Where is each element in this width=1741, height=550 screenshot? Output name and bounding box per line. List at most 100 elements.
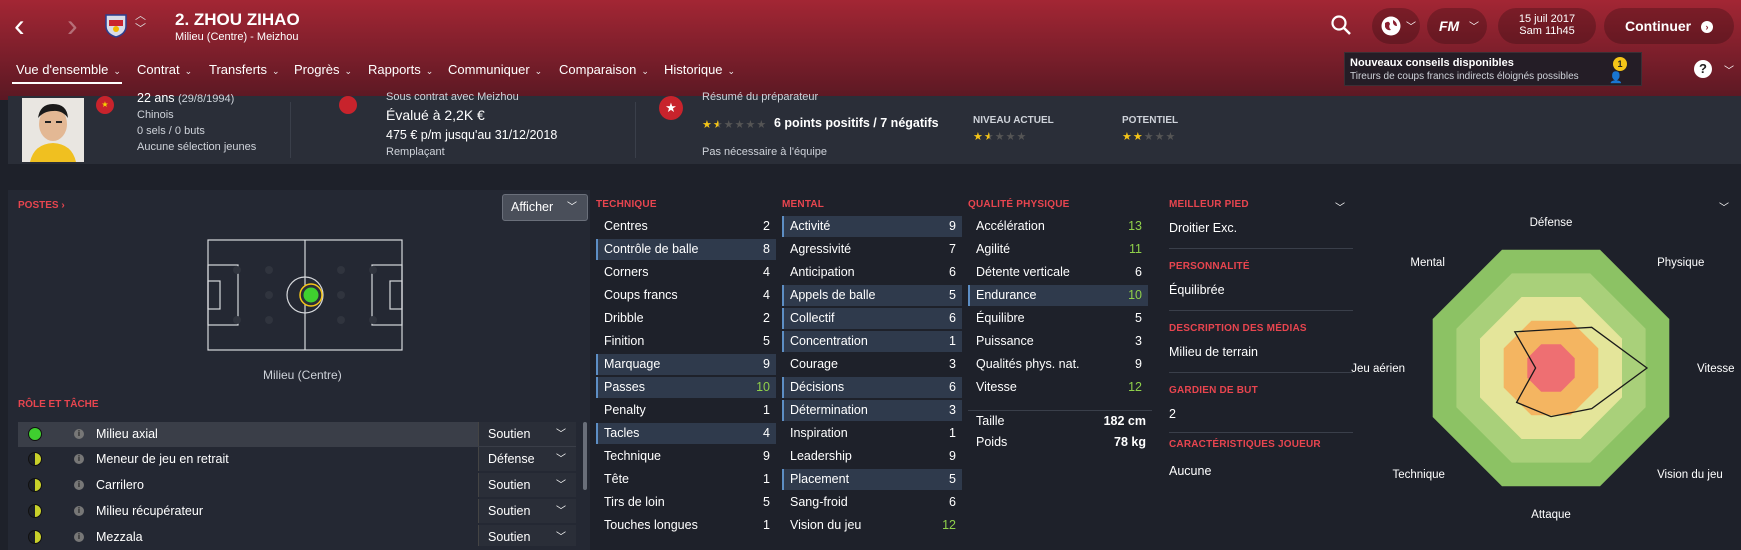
attribute-name: Vision du jeu <box>790 518 862 532</box>
attribute-row[interactable]: Équilibre 5 <box>968 308 1148 329</box>
attribute-value: 6 <box>949 380 956 394</box>
forward-icon[interactable]: › <box>67 8 78 42</box>
attribute-row[interactable]: Centres 2 <box>596 216 776 237</box>
back-icon[interactable]: ‹ <box>14 8 25 42</box>
attribute-value: 6 <box>949 495 956 509</box>
attribute-row[interactable]: Corners 4 <box>596 262 776 283</box>
globe-icon <box>1380 15 1402 40</box>
role-row[interactable]: i Milieu axial Soutien ﹀ <box>18 422 576 447</box>
attribute-name: Qualités phys. nat. <box>976 357 1080 371</box>
attribute-row[interactable]: Détente verticale 6 <box>968 262 1148 283</box>
duty-dropdown[interactable]: Soutien ﹀ <box>478 525 576 546</box>
attribute-row[interactable]: Décisions 6 <box>782 377 962 398</box>
attribute-row[interactable]: Courage 3 <box>782 354 962 375</box>
notification-panel[interactable]: Nouveaux conseils disponibles Tireurs de… <box>1344 52 1642 86</box>
tab-progress[interactable]: Progrès ⌄ <box>294 62 352 77</box>
attribute-row[interactable]: Tête 1 <box>596 469 776 490</box>
chevron-down-icon: ⌄ <box>113 66 121 76</box>
attribute-row[interactable]: Touches longues 1 <box>596 515 776 536</box>
personality-label: PERSONNALITÉ <box>1169 261 1250 272</box>
info-icon[interactable]: i <box>74 454 84 464</box>
attribute-row[interactable]: Placement 5 <box>782 469 962 490</box>
duty-dropdown[interactable]: Soutien ﹀ <box>478 473 576 497</box>
tab-transfers[interactable]: Transferts ⌄ <box>209 62 280 77</box>
attribute-row[interactable]: Marquage 9 <box>596 354 776 375</box>
info-icon[interactable]: i <box>74 506 84 516</box>
attribute-row[interactable]: Appels de balle 5 <box>782 285 962 306</box>
player-dob: (29/8/1994) <box>178 93 235 105</box>
duty-dropdown[interactable]: Soutien ﹀ <box>478 422 576 446</box>
role-row[interactable]: i Carrilero Soutien ﹀ <box>18 473 576 498</box>
chevron-down-icon: ﹀ <box>1406 22 1416 33</box>
positions-title[interactable]: POSTES › <box>18 200 65 211</box>
tab-contract[interactable]: Contrat ⌄ <box>137 62 192 77</box>
attribute-row[interactable]: Collectif 6 <box>782 308 962 329</box>
best-foot-value: Droitier Exc. <box>1169 221 1238 235</box>
attribute-row[interactable]: Contrôle de balle 8 <box>596 239 776 260</box>
duty-dropdown[interactable]: Défense ﹀ <box>478 447 576 471</box>
attribute-row[interactable]: Technique 9 <box>596 446 776 467</box>
world-menu-button[interactable]: ﹀ <box>1372 8 1420 44</box>
info-icon[interactable]: i <box>74 532 84 542</box>
attribute-row[interactable]: Leadership 9 <box>782 446 962 467</box>
attribute-row[interactable]: Vitesse 12 <box>968 377 1148 398</box>
attribute-value: 12 <box>1128 380 1142 394</box>
chevron-down-icon: ⌄ <box>272 66 280 76</box>
chevron-down-icon: ﹀ <box>556 480 566 491</box>
tab-overview[interactable]: Vue d'ensemble ⌄ <box>16 62 121 77</box>
show-dropdown[interactable]: Afficher ﹀ <box>502 194 588 221</box>
attribute-row[interactable]: Puissance 3 <box>968 331 1148 352</box>
attribute-name: Puissance <box>976 334 1034 348</box>
attribute-row[interactable]: Détermination 3 <box>782 400 962 421</box>
chevron-down-icon[interactable]: ﹀ <box>1724 62 1734 77</box>
attribute-name: Équilibre <box>976 311 1025 325</box>
nationality-flag-icon: ★ <box>96 96 114 114</box>
attribute-row[interactable]: Tacles 4 <box>596 423 776 444</box>
attribute-row[interactable]: Penalty 1 <box>596 400 776 421</box>
continue-button[interactable]: Continuer › <box>1604 8 1734 44</box>
scrollbar[interactable] <box>583 422 587 490</box>
tab-comparison[interactable]: Comparaison ⌄ <box>559 62 649 77</box>
role-row[interactable]: i Mezzala Soutien ﹀ <box>18 525 576 546</box>
pitch-diagram <box>207 239 403 356</box>
attribute-row[interactable]: Activité 9 <box>782 216 962 237</box>
attribute-row[interactable]: Inspiration 1 <box>782 423 962 444</box>
attribute-row[interactable]: Sang-froid 6 <box>782 492 962 513</box>
tab-reports[interactable]: Rapports ⌄ <box>368 62 433 77</box>
chevron-down-icon: ⌄ <box>184 66 193 76</box>
chevron-down-icon[interactable]: ﹀ <box>1335 199 1345 214</box>
attribute-row[interactable]: Dribble 2 <box>596 308 776 329</box>
attribute-name: Vitesse <box>976 380 1017 394</box>
tab-history[interactable]: Historique ⌄ <box>664 62 735 77</box>
attribute-row[interactable]: Anticipation 6 <box>782 262 962 283</box>
attribute-row[interactable]: Passes 10 <box>596 377 776 398</box>
weight-value: 78 kg <box>1114 435 1146 449</box>
player-switch-icon[interactable]: ︿ ﹀ <box>135 10 146 36</box>
search-icon[interactable] <box>1330 14 1352 42</box>
attribute-row[interactable]: Qualités phys. nat. 9 <box>968 354 1148 375</box>
info-icon[interactable]: i <box>74 429 84 439</box>
attribute-row[interactable]: Concentration 1 <box>782 331 962 352</box>
role-row[interactable]: i Milieu récupérateur Soutien ﹀ <box>18 499 576 524</box>
duty-dropdown[interactable]: Soutien ﹀ <box>478 499 576 523</box>
attribute-name: Marquage <box>604 357 661 371</box>
attribute-row[interactable]: Finition 5 <box>596 331 776 352</box>
help-icon[interactable]: ? <box>1694 60 1712 78</box>
coach-rating-stars: ★★★★★★ <box>702 119 768 131</box>
assistant-icon: 👤 <box>1609 72 1623 84</box>
attribute-row[interactable]: Coups francs 4 <box>596 285 776 306</box>
info-icon[interactable]: i <box>74 480 84 490</box>
attribute-name: Tête <box>604 472 630 486</box>
attribute-row[interactable]: Vision du jeu 12 <box>782 515 962 536</box>
attribute-row[interactable]: Endurance 10 <box>968 285 1148 306</box>
radar-axis-label: Défense <box>1530 217 1573 229</box>
tab-communicate[interactable]: Communiquer ⌄ <box>448 62 542 77</box>
role-row[interactable]: i Meneur de jeu en retrait Défense ﹀ <box>18 447 576 472</box>
attribute-row[interactable]: Tirs de loin 5 <box>596 492 776 513</box>
attribute-row[interactable]: Accélération 13 <box>968 216 1148 237</box>
attribute-row[interactable]: Agressivité 7 <box>782 239 962 260</box>
current-ability-stars: ★★★★★ <box>973 131 1028 143</box>
date-display[interactable]: 15 juil 2017 Sam 11h45 <box>1498 8 1596 44</box>
fm-menu-button[interactable]: FM ﹀ <box>1427 8 1487 44</box>
attribute-row[interactable]: Agilité 11 <box>968 239 1148 260</box>
